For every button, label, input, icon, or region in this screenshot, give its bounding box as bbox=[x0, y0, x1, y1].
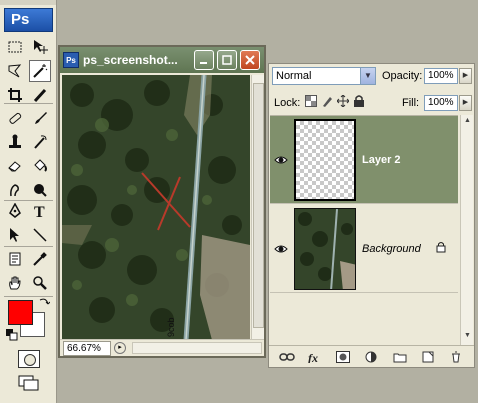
move-tool-icon[interactable] bbox=[29, 36, 51, 58]
paint-bucket-tool-icon[interactable] bbox=[29, 155, 51, 177]
link-layers-icon[interactable] bbox=[279, 350, 295, 364]
burn-tool-icon[interactable] bbox=[29, 179, 51, 201]
svg-text:T: T bbox=[34, 204, 45, 219]
canvas-label: 9cob bbox=[166, 317, 176, 337]
scroll-up-icon[interactable]: ▲ bbox=[462, 117, 473, 128]
chevron-down-icon[interactable]: ▼ bbox=[360, 68, 375, 84]
document-statusbar: 66.67% ▸ bbox=[60, 339, 264, 356]
document-canvas[interactable]: 9cob bbox=[62, 75, 250, 340]
swap-colors-icon[interactable] bbox=[38, 296, 51, 311]
clone-stamp-tool-icon[interactable] bbox=[4, 131, 26, 153]
layers-footer: fx bbox=[269, 345, 474, 367]
close-icon[interactable] bbox=[240, 50, 260, 70]
tools-panel: Ps T bbox=[0, 0, 57, 403]
type-tool-icon[interactable]: T bbox=[29, 200, 51, 222]
lock-label: Lock: bbox=[274, 97, 301, 109]
path-selection-tool-icon[interactable] bbox=[4, 224, 26, 246]
maximize-icon[interactable] bbox=[217, 50, 237, 70]
lasso-tool-icon[interactable] bbox=[4, 60, 26, 82]
zoom-level-field[interactable]: 66.67% bbox=[63, 340, 111, 356]
layers-scrollbar[interactable]: ▲ ▼ bbox=[460, 115, 473, 345]
layer-thumbnail bbox=[294, 208, 356, 290]
adjustment-layer-icon[interactable] bbox=[363, 350, 379, 364]
opacity-label: Opacity: bbox=[382, 70, 423, 82]
layer-style-icon[interactable]: fx bbox=[307, 350, 323, 364]
aerial-photo: 9cob bbox=[62, 75, 250, 340]
new-group-icon[interactable] bbox=[392, 350, 408, 364]
layer-thumbnail bbox=[294, 119, 356, 201]
fill-field[interactable]: 100% bbox=[424, 95, 458, 111]
status-menu-icon[interactable]: ▸ bbox=[114, 342, 126, 354]
screen-mode-icon[interactable] bbox=[18, 375, 40, 391]
blend-mode-select[interactable]: Normal ▼ bbox=[272, 67, 376, 85]
tools-panel-grip[interactable] bbox=[0, 0, 56, 5]
visibility-eye-icon[interactable] bbox=[274, 154, 288, 166]
add-mask-icon[interactable] bbox=[335, 350, 351, 364]
lock-pixels-icon[interactable] bbox=[321, 95, 333, 107]
tool-separator bbox=[4, 103, 53, 104]
line-tool-icon[interactable] bbox=[29, 224, 51, 246]
delete-layer-icon[interactable] bbox=[448, 350, 464, 364]
transparency-checker bbox=[296, 121, 354, 199]
svg-text:fx: fx bbox=[308, 351, 318, 363]
layer-list: Layer 2 Background bbox=[270, 115, 458, 345]
default-colors-icon[interactable] bbox=[6, 329, 18, 344]
magic-wand-tool-icon[interactable] bbox=[29, 60, 51, 82]
hand-tool-icon[interactable] bbox=[4, 272, 26, 294]
new-layer-icon[interactable] bbox=[420, 350, 436, 364]
background-thumbnail-image bbox=[295, 209, 355, 289]
document-horizontal-scrollbar[interactable] bbox=[132, 342, 262, 354]
pen-tool-icon[interactable] bbox=[4, 200, 26, 222]
opacity-slider-arrow-icon[interactable]: ▶ bbox=[459, 68, 472, 84]
eraser-tool-icon[interactable] bbox=[4, 155, 26, 177]
layer-name[interactable]: Layer 2 bbox=[362, 154, 401, 166]
brush-tool-icon[interactable] bbox=[29, 107, 51, 129]
lock-icon bbox=[436, 241, 446, 253]
lock-all-icon[interactable] bbox=[353, 95, 365, 107]
notes-tool-icon[interactable] bbox=[4, 248, 26, 270]
history-brush-tool-icon[interactable] bbox=[29, 131, 51, 153]
layers-panel: Normal ▼ Opacity: 100% ▶ Lock: Fill: 100… bbox=[268, 63, 475, 368]
lock-options bbox=[305, 95, 365, 107]
healing-brush-tool-icon[interactable] bbox=[4, 107, 26, 129]
document-vertical-scrollbar[interactable] bbox=[251, 75, 264, 340]
marquee-tool-icon[interactable] bbox=[4, 36, 26, 58]
scroll-thumb[interactable] bbox=[253, 83, 264, 328]
blend-mode-value: Normal bbox=[276, 70, 312, 82]
ps-logo[interactable]: Ps bbox=[4, 8, 53, 32]
fill-slider-arrow-icon[interactable]: ▶ bbox=[459, 95, 472, 111]
fill-label: Fill: bbox=[402, 97, 420, 109]
minimize-icon[interactable] bbox=[194, 50, 214, 70]
lock-transparency-icon[interactable] bbox=[305, 95, 317, 107]
lock-position-icon[interactable] bbox=[337, 95, 349, 107]
smudge-tool-icon[interactable] bbox=[4, 179, 26, 201]
document-titlebar[interactable]: Ps ps_screenshot... bbox=[60, 47, 264, 73]
foreground-color-swatch[interactable] bbox=[8, 300, 33, 325]
zoom-tool-icon[interactable] bbox=[29, 272, 51, 294]
document-title: ps_screenshot... bbox=[83, 53, 178, 67]
visibility-eye-icon[interactable] bbox=[274, 243, 288, 255]
layer-row-layer-2[interactable]: Layer 2 bbox=[270, 116, 458, 204]
layer-name[interactable]: Background bbox=[362, 243, 421, 255]
opacity-field[interactable]: 100% bbox=[424, 68, 458, 84]
document-window: Ps ps_screenshot... 9cob 66.67% ▸ bbox=[58, 45, 266, 358]
eyedropper-tool-icon[interactable] bbox=[29, 248, 51, 270]
tool-separator bbox=[4, 246, 53, 247]
quick-mask-icon[interactable] bbox=[18, 350, 40, 368]
scroll-down-icon[interactable]: ▼ bbox=[462, 332, 473, 343]
layer-row-background[interactable]: Background bbox=[270, 205, 458, 293]
document-icon: Ps bbox=[63, 52, 79, 68]
